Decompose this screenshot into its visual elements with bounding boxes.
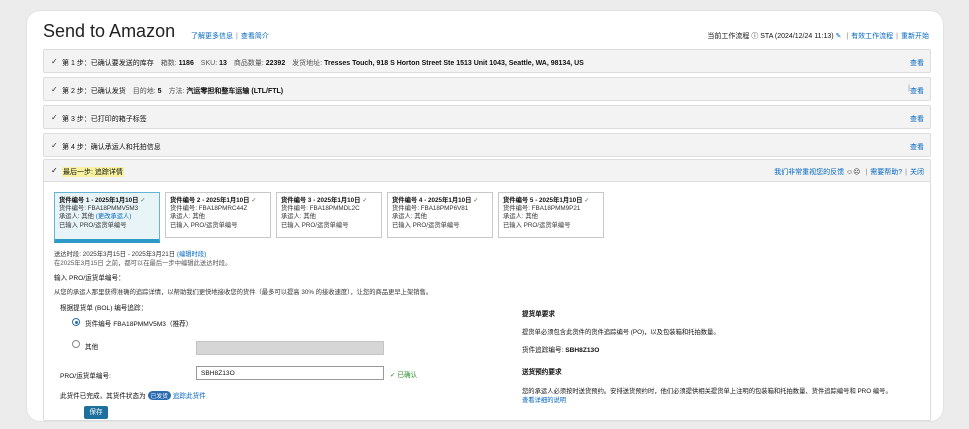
check-icon: ✓ <box>51 57 58 66</box>
edit-icon[interactable]: ✎ <box>836 33 842 40</box>
step-3-title: 第 3 步：已打印的箱子标签 <box>62 116 147 123</box>
view-details-link[interactable]: 查看详细的说明 <box>522 397 566 404</box>
workflow-info: 当前工作流程 ⓘ STA (2024/12/24 11:13) ✎ | 有效工作流… <box>707 33 929 40</box>
step-4-view-link[interactable]: 查看 <box>910 142 924 152</box>
final-step-title: 最后一步: 追踪详情 <box>62 167 124 177</box>
check-icon: ✓ <box>51 166 58 175</box>
check-icon: ✓ <box>140 197 146 204</box>
sta-panel: Send to Amazon 了解更多信息 | 查看简介 当前工作流程 ⓘ STA … <box>26 10 944 422</box>
pro-number-input[interactable]: SBH8Z13O <box>196 366 384 380</box>
bol-req-desc: 提货单必须包含此货件的货件追踪编号 (PO)，以及包装箱和托拍数量。 <box>522 329 720 336</box>
pro-description: 从您的承运人那里获得准确的追踪详情，以帮助我们更快地接收您的货件（最多可以提高 … <box>54 289 433 296</box>
radio-shipment-id-label: 货件编号 FBA18PMMV5M3（推荐） <box>85 321 193 328</box>
shipment-card-5[interactable]: 货件编号 5 - 2025年1月10日 ✓ 货件编号: FBA18PMM9P21… <box>498 192 604 238</box>
confirmed-status: ✓ 已确认 <box>390 372 418 379</box>
page-title: Send to Amazon <box>43 21 176 41</box>
help-link[interactable]: 需要帮助? <box>870 169 902 176</box>
close-link[interactable]: 关闭 <box>910 169 924 176</box>
shipment-card-1[interactable]: 货件编号 1 - 2025年1月10日 ✓ 货件编号: FBA18PMMV5M3… <box>54 192 160 243</box>
change-carrier-link[interactable]: (更改承运人) <box>96 213 132 220</box>
edit-window-link[interactable]: (编辑时段) <box>177 251 206 258</box>
step-3-bar: ✓ 第 3 步：已打印的箱子标签 查看 <box>43 105 931 129</box>
save-button[interactable]: 保存 <box>84 406 108 419</box>
appt-req-desc: 您的承运人必须按时送货预约。安排送货预约时，他们必须提供相关提货单上注明的包装箱… <box>522 388 892 395</box>
learn-more-link[interactable]: 了解更多信息 <box>191 33 233 40</box>
status-badge: 已发货 <box>147 391 171 400</box>
step-2-bar: ✓ 第 2 步：已确认发货 目的地: 5 方法: 汽运零担和整车运输 (LTL/… <box>43 77 931 101</box>
page-header: Send to Amazon 了解更多信息 | 查看简介 当前工作流程 ⓘ STA … <box>43 21 929 43</box>
step-4-title: 第 4 步：确认承运人和托拍信息 <box>62 144 161 151</box>
radio-other-label: 其他 <box>85 344 99 351</box>
check-icon: ✓ <box>251 197 257 204</box>
shipment-card-4[interactable]: 货件编号 4 - 2025年1月10日 ✓ 货件编号: FBA18PMP6V81… <box>387 192 493 238</box>
feedback-link[interactable]: 我们非常重视您的反馈 <box>774 169 844 176</box>
shipment-card-2[interactable]: 货件编号 2 - 2025年1月10日 ✓ 货件编号: FBA18PMRC44Z… <box>165 192 271 238</box>
delivery-note: 在2025年3月15日 之前，都可以在最后一步中编辑此送达时段。 <box>54 260 232 267</box>
final-step-section: ✓ 最后一步: 追踪详情 我们非常重视您的反馈 ☺☹ | 需要帮助? | 关闭 货件编… <box>43 159 931 421</box>
pro-heading: 输入 PRO/运货单编号： <box>54 275 125 282</box>
track-shipment-link[interactable]: 追踪此货件 <box>173 393 206 400</box>
bol-req-title: 提货单要求 <box>522 311 555 318</box>
radio-other[interactable] <box>72 340 80 348</box>
header-links: 了解更多信息 | 查看简介 <box>191 33 269 40</box>
step-2-view-link[interactable]: 查看 <box>910 86 924 96</box>
bol-label: 根据提货单 (BOL) 编号追踪： <box>60 305 148 312</box>
pro-label: PRO/运货单编号: <box>60 373 111 380</box>
step-1-title: 第 1 步：已确认要发送的库存 <box>62 60 154 67</box>
active-workflows-link[interactable]: 有效工作流程 <box>851 33 893 40</box>
workflow-label: 当前工作流程 <box>707 33 750 40</box>
delivery-window: 送达时段: 2025年3月15日 - 2025年3月21日 (编辑时段) <box>54 251 207 258</box>
final-step-bar: ✓ 最后一步: 追踪详情 我们非常重视您的反馈 ☺☹ | 需要帮助? | 关闭 <box>44 160 930 182</box>
step-1-view-link[interactable]: 查看 <box>910 58 924 68</box>
workflow-value: STA (2024/12/24 11:13) <box>760 33 834 40</box>
check-icon: ✓ <box>584 197 590 204</box>
step-2-title: 第 2 步：已确认发货 <box>62 88 126 95</box>
check-icon: ✓ <box>51 141 58 150</box>
restart-link[interactable]: 重新开始 <box>901 33 929 40</box>
tracking-number: 货件追踪编号: SBH8Z13O <box>522 347 600 354</box>
check-icon: ✓ <box>51 85 58 94</box>
step-4-bar: ✓ 第 4 步：确认承运人和托拍信息 查看 <box>43 133 931 157</box>
check-icon: ✓ <box>362 197 368 204</box>
step-3-view-link[interactable]: 查看 <box>910 114 924 124</box>
other-input[interactable] <box>196 341 384 355</box>
step-1-bar: ✓ 第 1 步：已确认要发送的库存 箱数: 1186 SKU: 13 商品数量:… <box>43 49 931 73</box>
check-icon: ✓ <box>51 113 58 122</box>
info-icon: ⓘ <box>751 33 759 40</box>
radio-shipment-id[interactable] <box>72 318 80 326</box>
shipment-status: 此货件已完成，其货件状态为 已发货 追踪此货件 <box>60 391 206 400</box>
view-intro-link[interactable]: 查看简介 <box>241 33 269 40</box>
smile-icon[interactable]: ☺☹ <box>846 169 860 176</box>
check-icon: ✓ <box>390 372 396 379</box>
appt-req-title: 送货预约要求 <box>522 369 562 376</box>
check-icon: ✓ <box>473 197 479 204</box>
shipment-card-3[interactable]: 货件编号 3 - 2025年1月10日 ✓ 货件编号: FBA18PMMDL2C… <box>276 192 382 238</box>
